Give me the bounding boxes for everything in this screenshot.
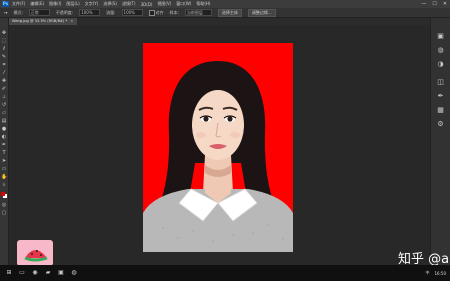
history-panel-icon[interactable]: ▣	[436, 32, 445, 41]
photoshop-logo-icon: Ps	[2, 1, 9, 7]
clock[interactable]: 16:50	[434, 271, 446, 276]
channels-panel-icon[interactable]: ▦	[436, 106, 445, 115]
crop-tool-icon[interactable]: ⌗	[1, 62, 7, 68]
close-tab-icon[interactable]: ×	[70, 19, 73, 23]
sample-select[interactable]: 当前图层	[184, 9, 212, 16]
watermelon-sticker-icon	[17, 236, 53, 268]
menu-item-filter[interactable]: 滤镜(T)	[122, 1, 136, 7]
align-checkbox[interactable]: 对齐	[148, 9, 164, 16]
id-photo-image[interactable]	[143, 43, 293, 252]
menu-item-layer[interactable]: 图层(L)	[66, 1, 79, 7]
refine-edge-button[interactable]: 调整边缘...	[247, 8, 276, 17]
brush-tool-icon[interactable]: ✐	[1, 86, 7, 92]
document-tab-title: Wang.jpg @ 33.3% (RGB/8#) *	[12, 19, 68, 23]
flow-label: 流量:	[106, 9, 116, 15]
options-bar: ⬩▾ 模式: 正常 不透明度: 100% 流量: 100% 对齐 样本: 当前图…	[0, 8, 450, 18]
select-subject-button[interactable]: 选择主体	[217, 8, 242, 17]
stamp-tool-icon[interactable]: ⊥	[1, 94, 7, 100]
menu-item-type[interactable]: 文字(Y)	[85, 1, 99, 7]
marquee-tool-icon[interactable]: ⬚	[1, 38, 7, 44]
paths-panel-icon[interactable]: ✒	[436, 92, 445, 101]
dodge-tool-icon[interactable]: ◐	[1, 134, 7, 140]
tool-preset-icon[interactable]: ⬩▾	[4, 10, 7, 15]
move-tool-icon[interactable]: ✥	[1, 30, 7, 36]
system-tray: 中 16:50	[425, 265, 446, 281]
task-view-icon[interactable]: ▭	[18, 269, 26, 277]
minimize-icon[interactable]: —	[421, 1, 426, 7]
portrait-graphic	[143, 43, 293, 252]
layers-panel-icon[interactable]: ◫	[436, 78, 445, 87]
mode-select[interactable]: 正常	[28, 9, 50, 16]
gradient-tool-icon[interactable]: ▤	[1, 118, 7, 124]
screen-mode-icon[interactable]: ▢	[1, 210, 7, 216]
history-brush-tool-icon[interactable]: ↺	[1, 102, 7, 108]
type-tool-icon[interactable]: T	[1, 150, 7, 156]
foreground-color-swatch[interactable]	[1, 192, 5, 196]
menu-item-select[interactable]: 选择(S)	[103, 1, 117, 7]
path-select-tool-icon[interactable]: ➤	[1, 158, 7, 164]
sample-label: 样本:	[169, 9, 179, 15]
opacity-field[interactable]: 100%	[79, 9, 101, 16]
blur-tool-icon[interactable]: ●	[1, 126, 7, 132]
menu-item-help[interactable]: 帮助(H)	[196, 1, 210, 7]
quick-mask-icon[interactable]: ◎	[1, 202, 7, 208]
menu-item-edit[interactable]: 编辑(E)	[30, 1, 44, 7]
eyedropper-tool-icon[interactable]: ⁄	[1, 70, 7, 76]
mode-label: 模式:	[13, 9, 23, 15]
maximize-icon[interactable]: ☐	[432, 1, 436, 7]
menu-item-file[interactable]: 文件(F)	[12, 1, 25, 7]
windows-start-icon[interactable]: ⊞	[5, 269, 13, 277]
menu-item-view[interactable]: 视图(V)	[157, 1, 171, 7]
menu-bar: Ps 文件(F) 编辑(E) 图像(I) 图层(L) 文字(Y) 选择(S) 滤…	[0, 0, 450, 8]
chat-app-icon[interactable]: ◍	[70, 269, 78, 277]
color-panel-icon[interactable]: ◍	[436, 46, 445, 55]
flow-field[interactable]: 100%	[121, 9, 143, 16]
adjustments-panel-icon[interactable]: ◑	[436, 60, 445, 69]
hand-tool-icon[interactable]: ✋	[1, 174, 7, 180]
right-panel-dock: ▣ ◍ ◑ ◫ ✒ ▦ ⚙	[430, 18, 450, 265]
input-language-indicator[interactable]: 中	[425, 270, 429, 276]
file-explorer-icon[interactable]: ▰	[44, 269, 52, 277]
opacity-label: 不透明度:	[55, 9, 74, 15]
taskbar: ⊞ ▭ ◉ ▰ ▣ ◍	[0, 265, 450, 281]
zoom-tool-icon[interactable]: ⌕	[1, 182, 7, 188]
quick-select-tool-icon[interactable]: ✎	[1, 54, 7, 60]
properties-panel-icon[interactable]: ⚙	[436, 120, 445, 129]
menu-item-window[interactable]: 窗口(W)	[176, 1, 191, 7]
lasso-tool-icon[interactable]: ℓ	[1, 46, 7, 52]
close-icon[interactable]: ✕	[443, 1, 447, 7]
document-tab[interactable]: Wang.jpg @ 33.3% (RGB/8#) * ×	[8, 18, 78, 25]
eraser-tool-icon[interactable]: ▱	[1, 110, 7, 116]
photoshop-taskbar-icon[interactable]: ▣	[57, 269, 65, 277]
align-label: 对齐	[155, 9, 164, 15]
menu-item-image[interactable]: 图像(I)	[49, 1, 61, 7]
shape-tool-icon[interactable]: ▭	[1, 166, 7, 172]
menu-item-3d[interactable]: 3D(D)	[141, 2, 153, 7]
window-controls: — ☐ ✕	[421, 0, 447, 8]
pen-tool-icon[interactable]: ✒	[1, 142, 7, 148]
healing-tool-icon[interactable]: ✚	[1, 78, 7, 84]
browser-icon[interactable]: ◉	[31, 269, 39, 277]
tools-panel: ✥ ⬚ ℓ ✎ ⌗ ⁄ ✚ ✐ ⊥ ↺ ▱ ▤ ● ◐ ✒ T ➤ ▭ ✋ ⌕ …	[0, 18, 9, 265]
